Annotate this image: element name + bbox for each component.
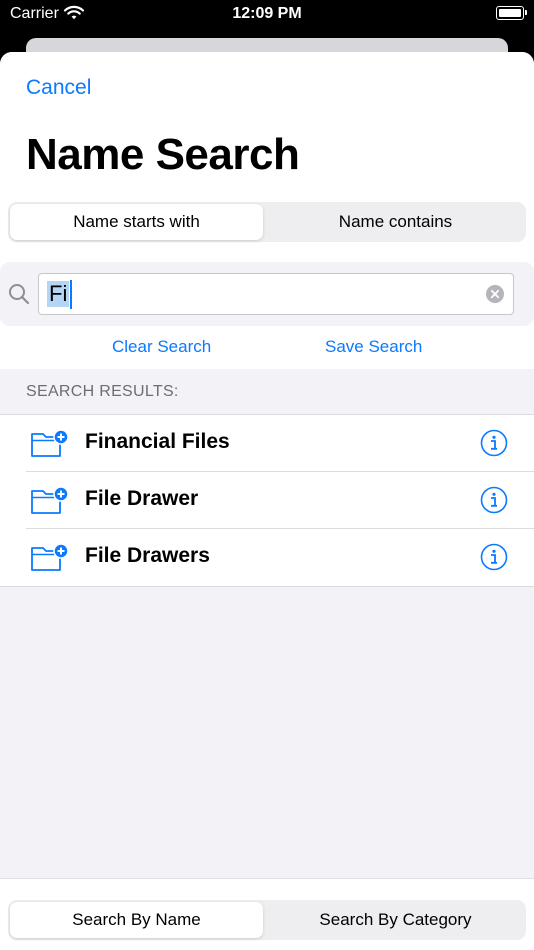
list-item[interactable]: Financial Files [0, 415, 534, 472]
search-bar: Fi [0, 262, 534, 326]
folder-add-icon [30, 429, 70, 464]
list-item-label: Financial Files [85, 430, 230, 453]
info-icon[interactable] [480, 543, 508, 576]
search-type-segmented-control: Search By Name Search By Category [8, 900, 526, 940]
battery-icon [496, 6, 527, 20]
results-section-header: SEARCH RESULTS: [26, 383, 179, 400]
list-item-label: File Drawer [85, 487, 199, 510]
segment-search-by-category[interactable]: Search By Category [269, 902, 522, 938]
cancel-button[interactable]: Cancel [26, 76, 91, 100]
results-list: Financial Files File Drawer File Drawers [0, 414, 534, 587]
status-bar: Carrier 12:09 PM [0, 0, 534, 34]
save-search-button[interactable]: Save Search [325, 337, 422, 357]
list-item[interactable]: File Drawers [0, 529, 534, 586]
match-mode-segmented-control: Name starts with Name contains [8, 202, 526, 242]
segment-search-by-name[interactable]: Search By Name [10, 902, 263, 938]
header-area: Cancel Name Search Name starts with Name… [0, 52, 534, 369]
name-search-sheet: Cancel Name Search Name starts with Name… [0, 52, 534, 950]
list-item-label: File Drawers [85, 544, 210, 567]
folder-add-icon [30, 486, 70, 521]
search-input-value: Fi [47, 281, 70, 307]
search-input[interactable]: Fi [38, 273, 514, 315]
info-icon[interactable] [480, 429, 508, 462]
list-item[interactable]: File Drawer [0, 472, 534, 529]
bottom-toolbar: Search By Name Search By Category [0, 878, 534, 950]
segment-name-starts-with[interactable]: Name starts with [10, 204, 263, 240]
folder-add-icon [30, 543, 70, 578]
search-icon [8, 283, 30, 310]
page-title: Name Search [26, 130, 300, 179]
segment-name-contains[interactable]: Name contains [269, 204, 522, 240]
clear-text-icon[interactable] [486, 285, 504, 308]
text-caret [70, 280, 72, 309]
info-icon[interactable] [480, 486, 508, 519]
status-time: 12:09 PM [232, 5, 302, 22]
clear-search-button[interactable]: Clear Search [112, 337, 211, 357]
